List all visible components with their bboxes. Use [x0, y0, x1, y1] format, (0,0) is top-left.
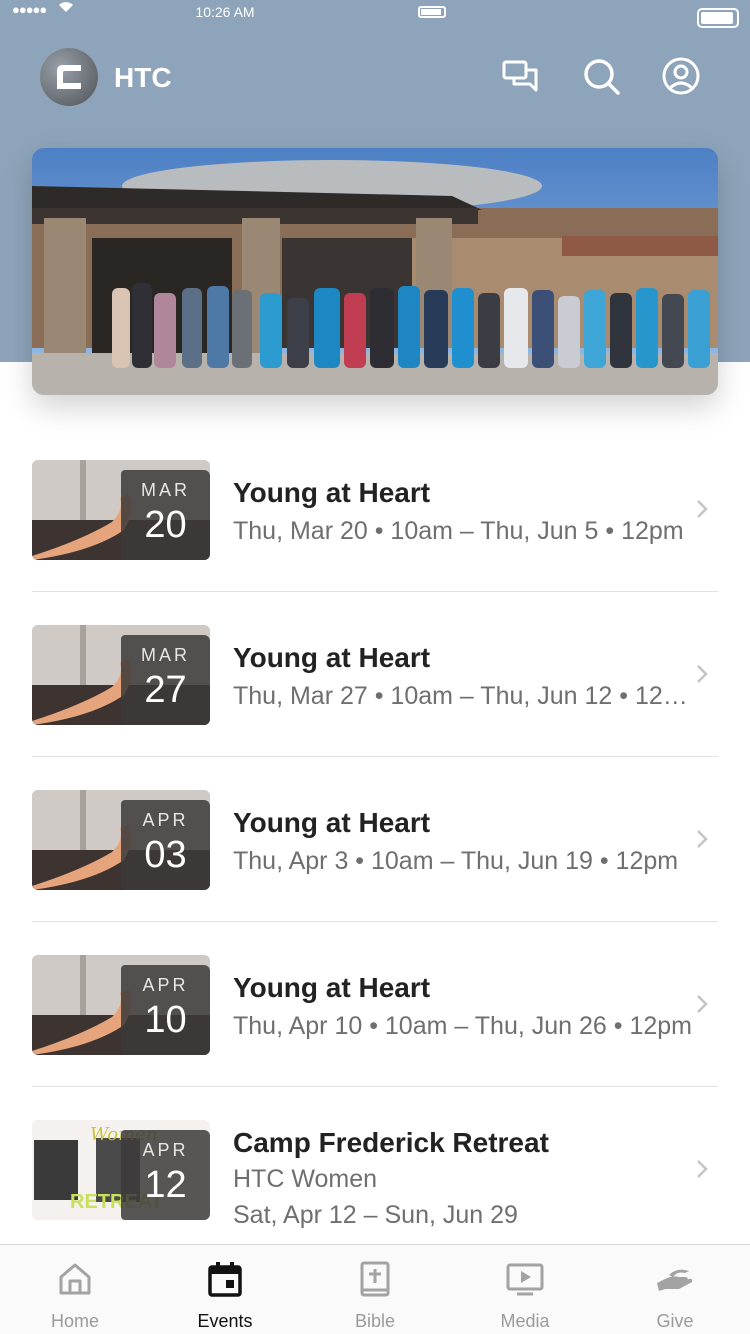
tab-media[interactable]: Media: [450, 1245, 600, 1334]
chevron-right-icon: [697, 830, 708, 848]
app-title: HTC: [114, 62, 172, 93]
date-month: APR: [142, 975, 189, 995]
date-month: APR: [142, 810, 189, 830]
event-title: Camp Frederick Retreat: [233, 1127, 549, 1158]
date-badge: MAR 20: [121, 470, 210, 560]
date-day: 10: [144, 999, 187, 1041]
date-day: 12: [144, 1164, 187, 1206]
calendar-icon: [208, 1262, 242, 1297]
date-badge: APR 10: [121, 965, 210, 1055]
status-bar: ●●●●● 10:26 AM: [0, 0, 750, 28]
bottom-tab-bar: Home Events Bible Media Give: [0, 1244, 750, 1334]
tab-label: Home: [50, 1311, 99, 1331]
church-building-photo: [32, 148, 718, 395]
tab-events[interactable]: Events: [150, 1245, 300, 1334]
date-day: 20: [144, 504, 187, 546]
date-day: 03: [144, 834, 187, 876]
tab-give[interactable]: Give: [600, 1245, 750, 1334]
battery-icon-secondary: [697, 8, 739, 28]
give-hand-icon: [657, 1269, 693, 1291]
event-datetime: Thu, Mar 20 • 10am – Thu, Jun 5 • 12pm: [233, 517, 684, 545]
chevron-right-icon: [697, 500, 708, 518]
chat-icon[interactable]: [500, 56, 540, 96]
event-datetime: Sat, Apr 12 – Sun, Jun 29: [233, 1201, 518, 1229]
home-icon: [59, 1263, 91, 1295]
tab-label: Media: [500, 1311, 550, 1331]
date-month: MAR: [141, 645, 190, 665]
chevron-right-icon: [697, 665, 708, 683]
event-row[interactable]: MAR 27 Young at Heart Thu, Mar 27 • 10am…: [32, 592, 718, 757]
profile-icon[interactable]: [661, 56, 701, 96]
bible-icon: [360, 1261, 390, 1297]
event-row[interactable]: MAR 20 Young at Heart Thu, Mar 20 • 10am…: [32, 427, 718, 592]
event-row[interactable]: Women RETREAT APR 12 Camp Frederick Retr…: [32, 1087, 718, 1252]
date-badge: MAR 27: [121, 635, 210, 725]
event-datetime: Thu, Apr 3 • 10am – Thu, Jun 19 • 12pm: [233, 847, 679, 875]
event-title: Young at Heart: [233, 477, 431, 508]
tab-bible[interactable]: Bible: [300, 1245, 450, 1334]
tab-label: Events: [197, 1311, 253, 1331]
chevron-right-icon: [697, 1160, 708, 1178]
tab-label: Give: [656, 1311, 694, 1331]
event-row[interactable]: APR 03 Young at Heart Thu, Apr 3 • 10am …: [32, 757, 718, 922]
event-title: Young at Heart: [233, 807, 431, 838]
event-datetime: Thu, Apr 10 • 10am – Thu, Jun 26 • 12pm: [233, 1012, 692, 1040]
featured-image[interactable]: [32, 148, 718, 395]
event-datetime: Thu, Mar 27 • 10am – Thu, Jun 12 • 12pm: [233, 682, 693, 710]
date-badge: APR 12: [121, 1130, 210, 1220]
date-day: 27: [144, 669, 187, 711]
events-list: MAR 20 Young at Heart Thu, Mar 20 • 10am…: [32, 427, 718, 1252]
chevron-right-icon: [697, 995, 708, 1013]
event-title: Young at Heart: [233, 972, 431, 1003]
event-row[interactable]: APR 10 Young at Heart Thu, Apr 10 • 10am…: [32, 922, 718, 1087]
app-header: HTC: [0, 40, 750, 112]
date-badge: APR 03: [121, 800, 210, 890]
status-time: 10:26 AM: [195, 4, 255, 20]
htc-logo-icon[interactable]: [40, 48, 98, 106]
date-month: APR: [142, 1140, 189, 1160]
tab-label: Bible: [354, 1311, 396, 1331]
search-icon[interactable]: [581, 56, 621, 96]
date-month: MAR: [141, 480, 190, 500]
media-play-icon: [506, 1263, 544, 1296]
battery-icon: [418, 6, 446, 18]
tab-home[interactable]: Home: [0, 1245, 150, 1334]
event-title: Young at Heart: [233, 642, 431, 673]
event-group: HTC Women: [233, 1165, 378, 1193]
